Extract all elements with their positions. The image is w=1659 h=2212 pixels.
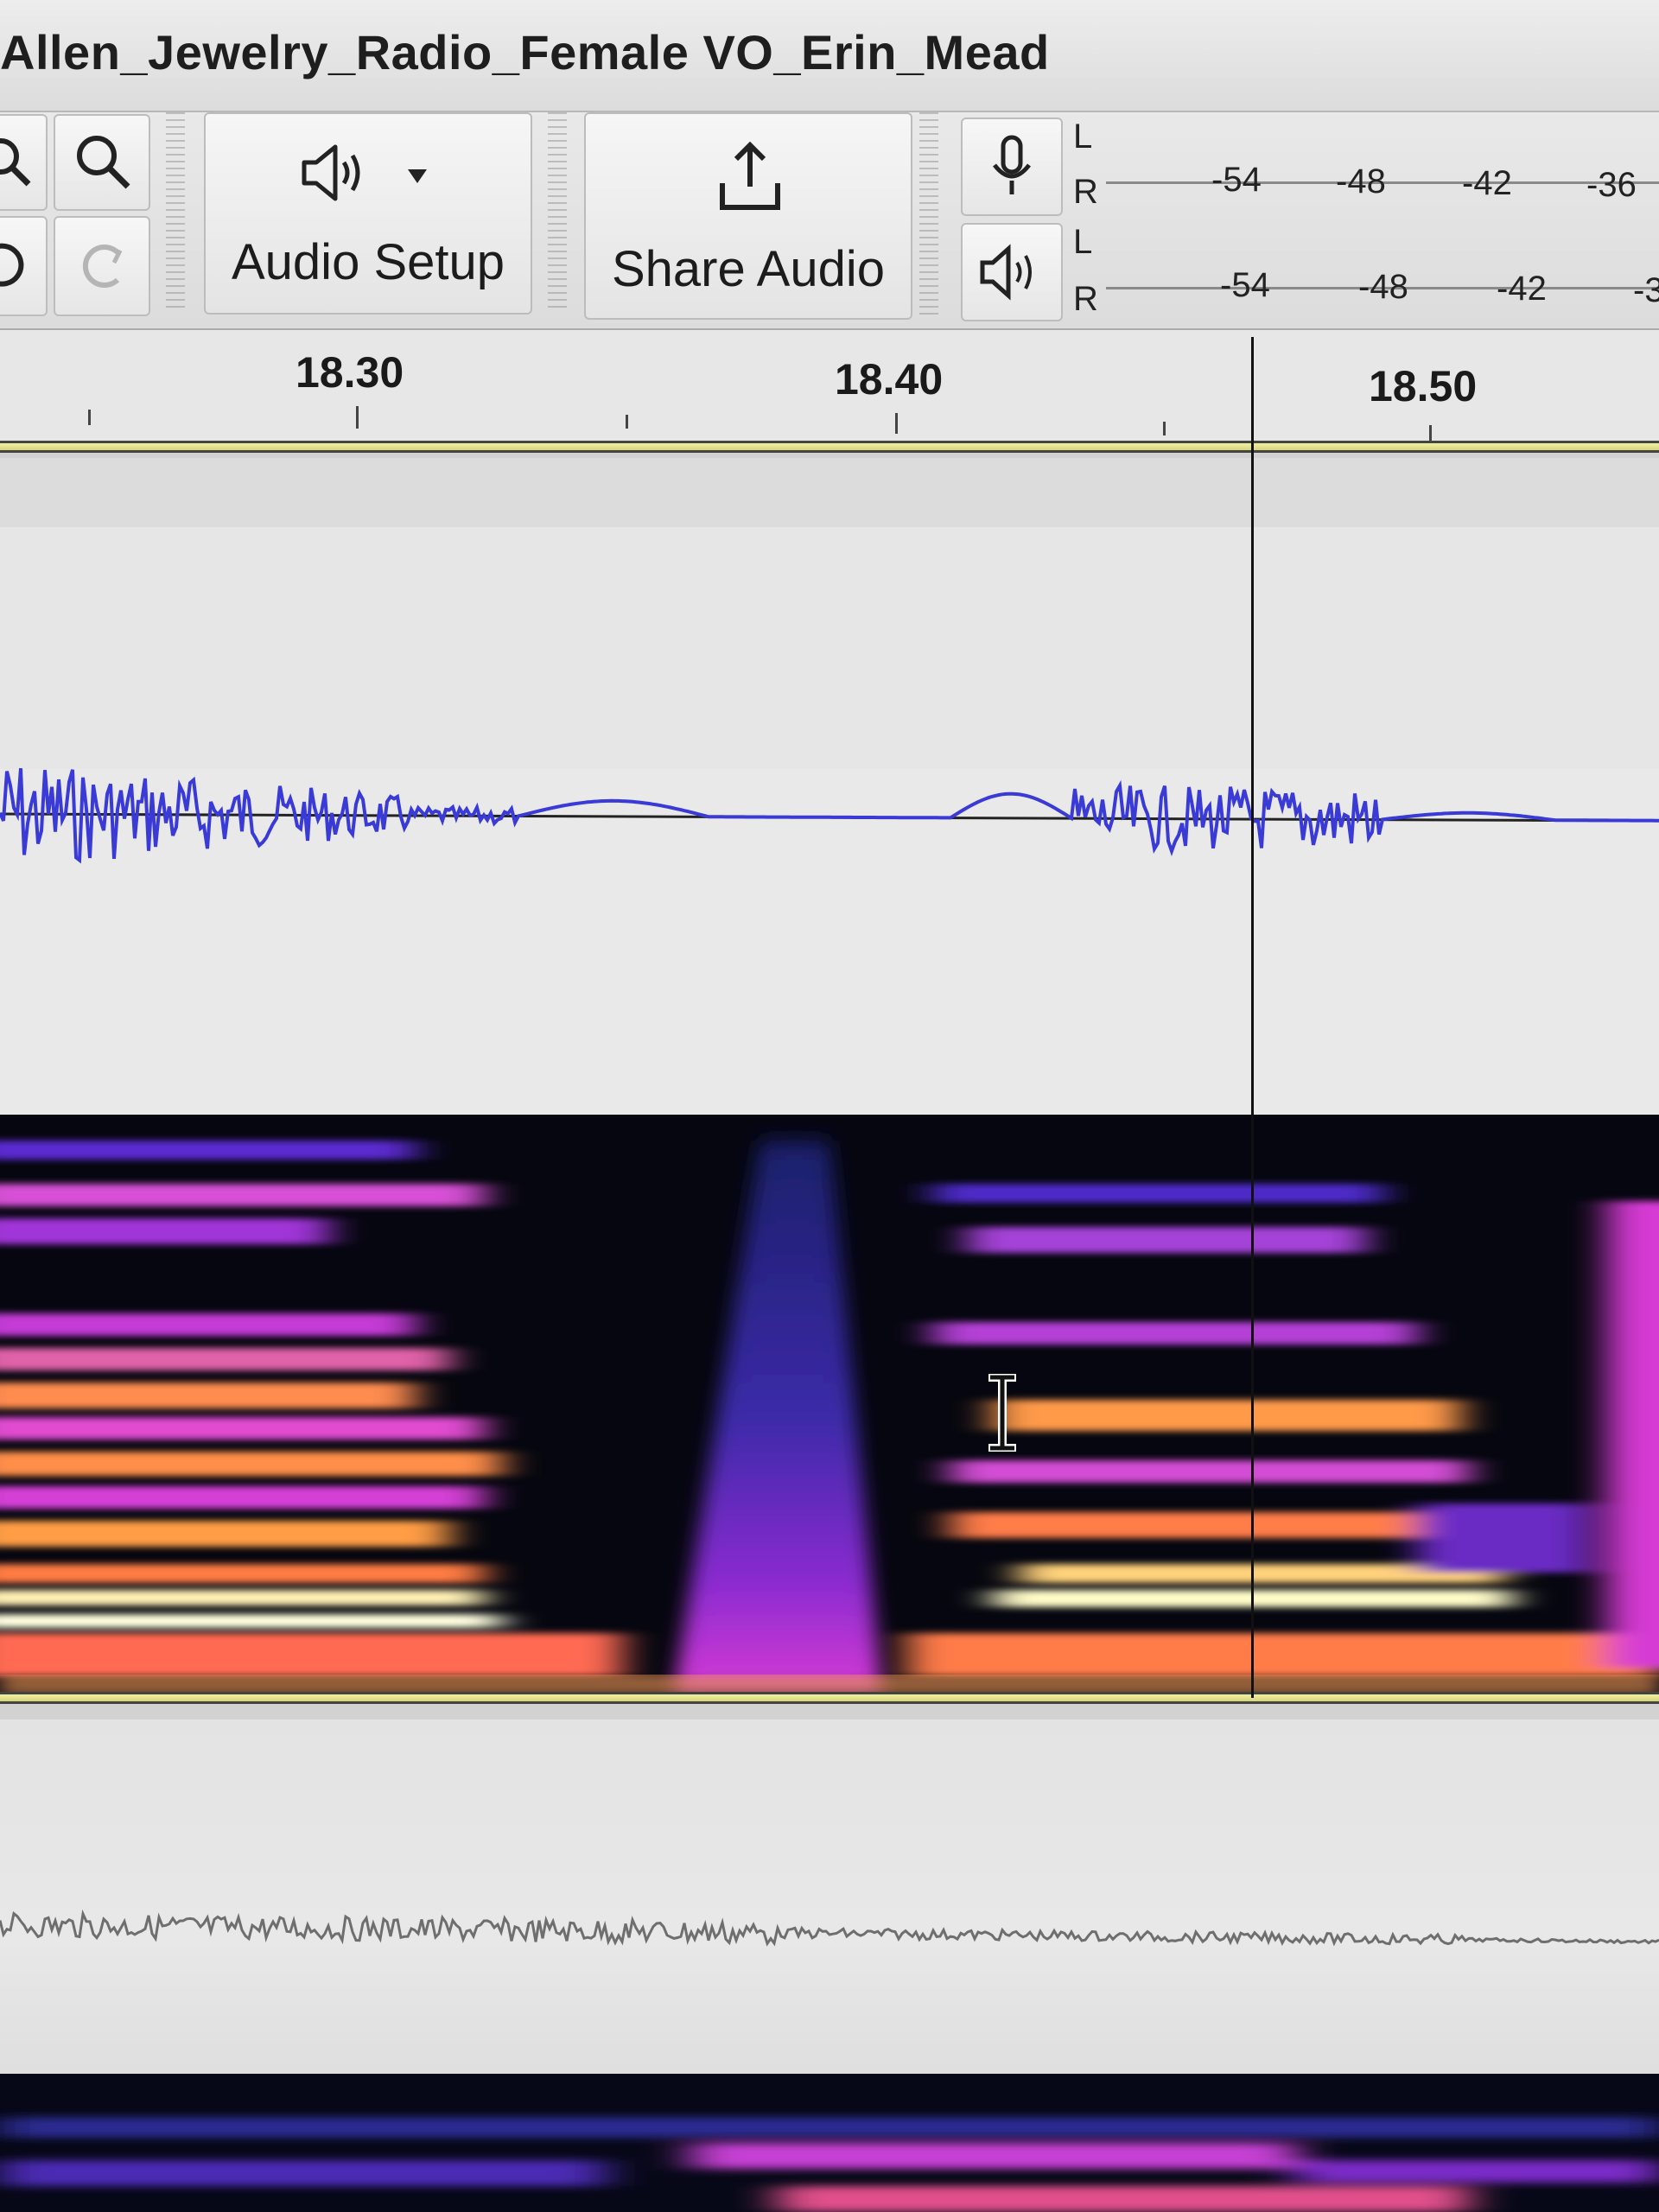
toolbar: Audio Setup Share Audio L R -54 -48 -42 … [0,112,1659,330]
playback-meter-left-channel: L [1073,223,1093,261]
toolbar-grip[interactable] [919,112,938,315]
playback-meter-right-channel: R [1073,280,1098,318]
share-icon [720,141,780,210]
share-audio-label: Share Audio [611,241,886,297]
timeline-tick [1163,422,1166,435]
record-meter[interactable]: -54 -48 -42 -36 [1097,130,1659,225]
waveform [0,768,1659,864]
timeline-label: 18.40 [835,355,944,404]
zoom-fit-button[interactable] [0,114,48,211]
track-separator[interactable] [0,1692,1659,1704]
record-meter-tick: -54 [1211,161,1262,199]
spectrogram-view-track-2[interactable] [0,2074,1659,2212]
audio-setup-label: Audio Setup [231,234,505,290]
timeline-tick [88,410,91,425]
record-meter-right-channel: R [1073,173,1098,211]
record-meter-tick: -36 [1586,166,1637,204]
undo-button[interactable] [0,216,48,316]
spectrogram [0,1141,1659,1692]
playback-meter-tick: -3 [1633,271,1659,309]
zoom-in-icon [77,136,130,189]
playback-meter-tick: -42 [1497,270,1547,308]
audio-setup-button[interactable]: Audio Setup [204,112,532,315]
playback-meter-button[interactable] [961,223,1063,321]
spectrogram-track-2 [0,2117,1659,2212]
microphone-icon [993,135,1031,194]
timeline-tick [1429,425,1432,442]
playback-meter-tick: -48 [1358,268,1408,306]
redo-icon [82,245,123,288]
playhead-line[interactable] [1251,337,1254,1698]
speaker-icon [302,144,360,201]
zoom-fit-icon [0,138,30,187]
toolbar-grip[interactable] [166,112,185,311]
toolbar-grip[interactable] [548,112,567,311]
title-bar: Allen_Jewelry_Radio_Female VO_Erin_Mead [0,0,1659,112]
timeline-label: 18.30 [296,348,404,397]
waveform-track-2 [0,1909,1659,1947]
spectrogram-view[interactable] [0,1115,1659,1692]
timeline-label: 18.50 [1369,362,1478,410]
text-cursor-icon [988,1374,1016,1452]
timeline-ruler[interactable]: 18.30 18.40 18.50 [0,330,1659,445]
playback-meter-tick: -54 [1220,266,1270,304]
chevron-down-icon [408,169,427,183]
waveform-view[interactable] [0,458,1659,1115]
window-title: Allen_Jewelry_Radio_Female VO_Erin_Mead [0,25,1050,79]
redo-button[interactable] [54,216,150,316]
record-meter-tick: -42 [1462,164,1512,202]
timeline-tick [895,413,898,434]
timeline-tick [356,406,359,429]
record-meter-button[interactable] [961,118,1063,216]
undo-icon [0,243,23,287]
waveform-view-track-2[interactable] [0,1719,1659,2082]
zoom-in-button[interactable] [54,114,150,211]
playback-meter[interactable]: -54 -48 -42 -3 [1097,235,1659,330]
timeline-tick [626,415,628,429]
track-separator[interactable] [0,441,1659,453]
record-meter-tick: -48 [1336,162,1386,200]
share-audio-button[interactable]: Share Audio [584,112,912,320]
speaker-icon [980,244,1032,301]
record-meter-left-channel: L [1073,118,1093,156]
